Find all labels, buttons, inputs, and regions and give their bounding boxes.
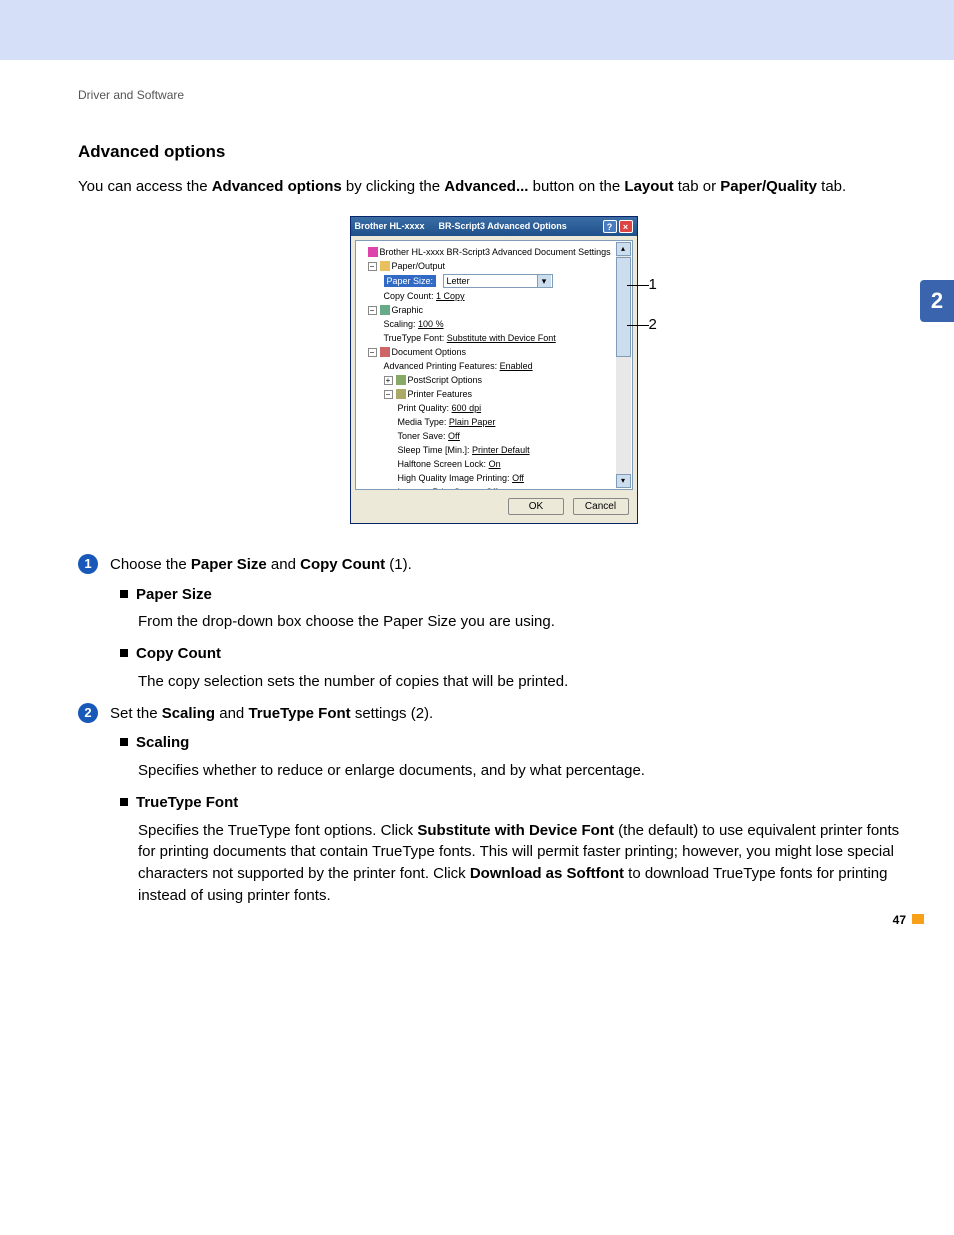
paper-size-label: Paper Size: (384, 275, 437, 287)
tree-printer-features[interactable]: −Printer Features (358, 387, 630, 401)
collapse-icon[interactable]: − (368, 262, 377, 271)
paper-size-dropdown[interactable]: Letter (443, 274, 553, 288)
sub-paper-size: Paper Size (120, 584, 909, 606)
bullet-icon (120, 649, 128, 657)
tree-adv-printing[interactable]: Advanced Printing Features: Enabled (358, 359, 630, 373)
tree-root: Brother HL-xxxx BR-Script3 Advanced Docu… (358, 245, 630, 259)
dialog-screenshot: Brother HL-xxxx BR-Script3 Advanced Opti… (78, 216, 909, 524)
ps-icon (396, 375, 406, 385)
sub-scaling: Scaling (120, 732, 909, 754)
options-tree[interactable]: Brother HL-xxxx BR-Script3 Advanced Docu… (355, 240, 633, 490)
bullet-icon (120, 798, 128, 806)
tree-scaling[interactable]: Scaling: 100 % (358, 317, 630, 331)
tree-paper-size[interactable]: Paper Size: Letter (358, 273, 630, 289)
bullet-icon (120, 738, 128, 746)
advanced-options-dialog: Brother HL-xxxx BR-Script3 Advanced Opti… (350, 216, 638, 524)
intro-paragraph: You can access the Advanced options by c… (78, 176, 909, 198)
callout-1: 1 (649, 276, 657, 293)
doc-icon (380, 347, 390, 357)
tree-postscript[interactable]: +PostScript Options (358, 373, 630, 387)
title-right: BR-Script3 Advanced Options (439, 221, 567, 231)
cancel-button[interactable]: Cancel (573, 498, 629, 515)
breadcrumb: Driver and Software (78, 88, 909, 102)
callout-2: 2 (649, 316, 657, 333)
collapse-icon[interactable]: − (384, 390, 393, 399)
page-number: 47 (893, 913, 924, 927)
tree-improve-output[interactable]: Improve Print Output: Off (358, 485, 630, 490)
scroll-up-icon[interactable]: ▴ (616, 242, 631, 256)
tree-doc-options[interactable]: −Document Options (358, 345, 630, 359)
scroll-thumb[interactable] (616, 257, 631, 357)
header-band (0, 0, 954, 60)
title-left: Brother HL-xxxx (355, 221, 425, 231)
step-1: 1 Choose the Paper Size and Copy Count (… (78, 554, 909, 576)
page-accent-icon (912, 914, 924, 924)
dialog-titlebar: Brother HL-xxxx BR-Script3 Advanced Opti… (351, 217, 637, 236)
section-title: Advanced options (78, 142, 909, 162)
chapter-tab: 2 (920, 280, 954, 322)
tree-toner-save[interactable]: Toner Save: Off (358, 429, 630, 443)
graphic-icon (380, 305, 390, 315)
sub-paper-size-text: From the drop-down box choose the Paper … (138, 611, 909, 633)
step-2-badge: 2 (78, 703, 98, 723)
step-2: 2 Set the Scaling and TrueType Font sett… (78, 703, 909, 725)
sub-copy-count: Copy Count (120, 643, 909, 665)
sub-copy-count-text: The copy selection sets the number of co… (138, 671, 909, 693)
scroll-down-icon[interactable]: ▾ (616, 474, 631, 488)
bullet-icon (120, 590, 128, 598)
sub-truetype-text: Specifies the TrueType font options. Cli… (138, 820, 909, 907)
tree-paper-output[interactable]: −Paper/Output (358, 259, 630, 273)
sub-scaling-text: Specifies whether to reduce or enlarge d… (138, 760, 909, 782)
tree-sleep-time[interactable]: Sleep Time [Min.]: Printer Default (358, 443, 630, 457)
step-1-badge: 1 (78, 554, 98, 574)
printer-icon (368, 247, 378, 257)
tree-hq-image[interactable]: High Quality Image Printing: Off (358, 471, 630, 485)
help-button[interactable]: ? (603, 220, 617, 233)
expand-icon[interactable]: + (384, 376, 393, 385)
paper-icon (380, 261, 390, 271)
tree-print-quality[interactable]: Print Quality: 600 dpi (358, 401, 630, 415)
collapse-icon[interactable]: − (368, 306, 377, 315)
features-icon (396, 389, 406, 399)
sub-truetype: TrueType Font (120, 792, 909, 814)
tree-halftone[interactable]: Halftone Screen Lock: On (358, 457, 630, 471)
tree-media-type[interactable]: Media Type: Plain Paper (358, 415, 630, 429)
tree-copy-count[interactable]: Copy Count: 1 Copy (358, 289, 630, 303)
tree-graphic[interactable]: −Graphic (358, 303, 630, 317)
collapse-icon[interactable]: − (368, 348, 377, 357)
ok-button[interactable]: OK (508, 498, 564, 515)
tree-truetype[interactable]: TrueType Font: Substitute with Device Fo… (358, 331, 630, 345)
tree-scrollbar[interactable]: ▴ ▾ (616, 242, 631, 488)
close-button[interactable]: × (619, 220, 633, 233)
